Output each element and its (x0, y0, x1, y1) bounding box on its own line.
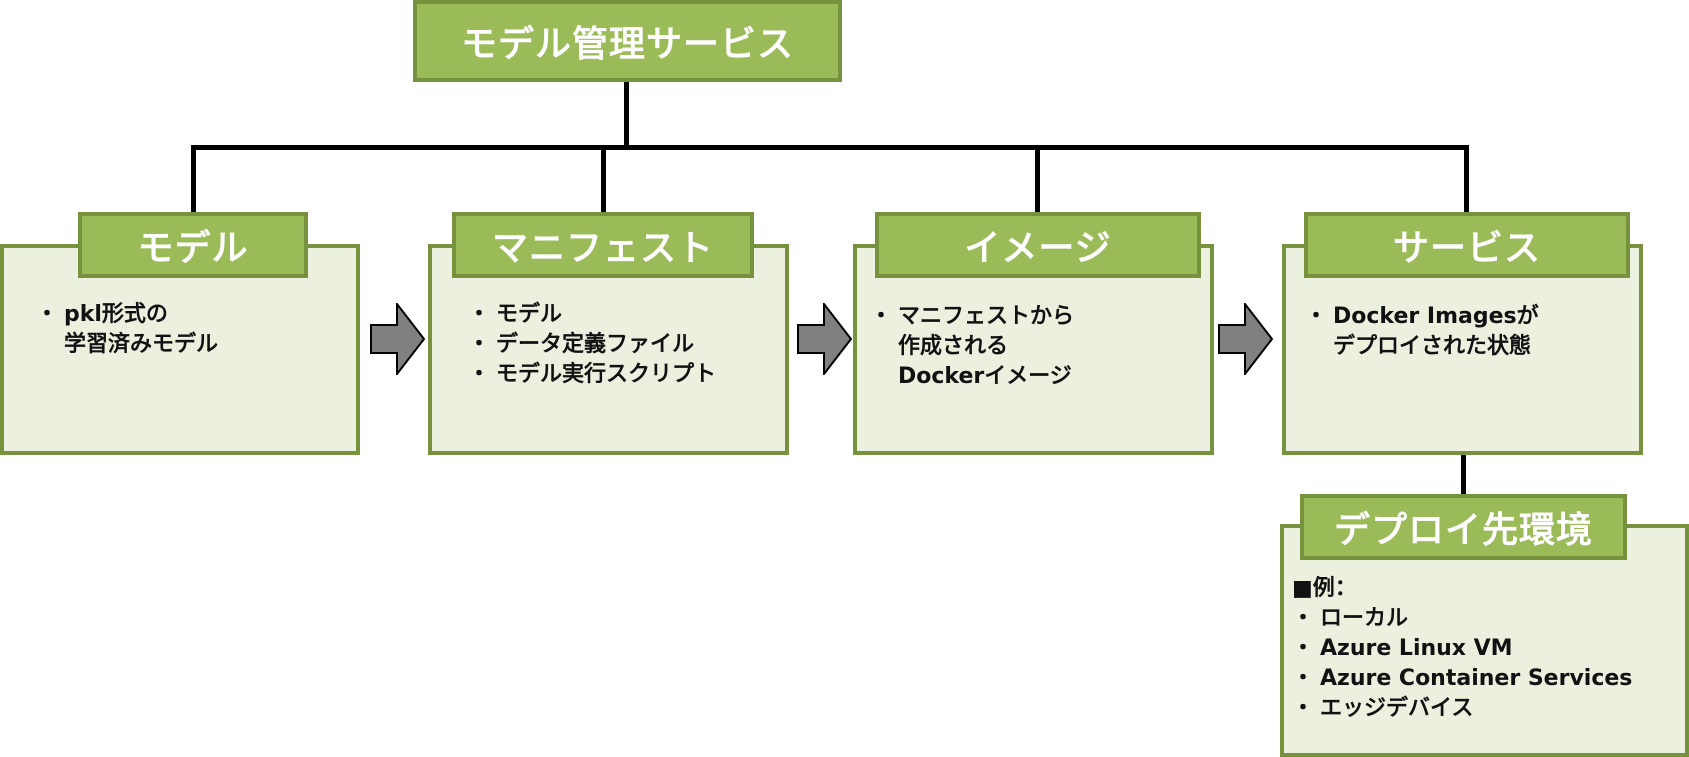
list-item: 作成される (898, 334, 1009, 359)
stage-manifest-content: ・モデル ・データ定義ファイル ・モデル実行スクリプト (468, 300, 716, 390)
root-node: モデル管理サービス (413, 0, 842, 82)
deploy-heading: ■例： (1292, 576, 1357, 601)
list-item: ・エッジデバイス (1292, 696, 1474, 721)
arrow-right-icon (370, 303, 426, 375)
root-title: モデル管理サービス (460, 24, 794, 65)
deploy-content: ■例： ・ローカル ・ Azure Linux VM ・ Azure Contain… (1292, 574, 1632, 724)
list-item: Dockerイメージ (898, 364, 1072, 389)
list-item: ・ Azure Container Services (1292, 666, 1633, 691)
list-item: ・モデル実行スクリプト (468, 362, 717, 387)
stage-manifest-header: マニフェスト (452, 212, 754, 278)
connector-model (191, 145, 196, 215)
list-item: ・ pkl形式の (36, 302, 168, 327)
list-item: ・データ定義ファイル (468, 332, 695, 357)
stage-image-header: イメージ (875, 212, 1201, 278)
list-item: 学習済みモデル (64, 332, 219, 357)
stage-image-title: イメージ (964, 228, 1112, 269)
list-item: ・マニフェストから (870, 304, 1075, 329)
stage-model-content: ・ pkl形式の 学習済みモデル (36, 300, 218, 360)
connector-root-vertical (624, 80, 629, 148)
stage-service-header: サービス (1304, 212, 1630, 278)
deploy-header: デプロイ先環境 (1300, 494, 1627, 560)
stage-model-header: モデル (78, 212, 308, 278)
stage-model-title: モデル (137, 228, 249, 269)
connector-horizontal (191, 145, 1469, 150)
list-item: ・ローカル (1292, 606, 1409, 631)
deploy-title: デプロイ先環境 (1333, 510, 1593, 551)
stage-manifest-title: マニフェスト (491, 228, 714, 269)
connector-deploy (1461, 452, 1466, 497)
arrow-right-icon (797, 303, 853, 375)
list-item: ・モデル (468, 302, 563, 327)
list-item: デプロイされた状態 (1333, 334, 1532, 359)
stage-service-content: ・ Docker Imagesが デプロイされた状態 (1305, 302, 1539, 362)
stage-service-title: サービス (1392, 228, 1541, 269)
connector-manifest (601, 145, 606, 215)
arrow-right-icon (1218, 303, 1274, 375)
list-item: ・ Azure Linux VM (1292, 636, 1513, 661)
list-item: ・ Docker Imagesが (1305, 304, 1539, 329)
connector-image (1035, 145, 1040, 215)
connector-service (1464, 145, 1469, 215)
stage-image-content: ・マニフェストから 作成される Dockerイメージ (870, 302, 1074, 392)
